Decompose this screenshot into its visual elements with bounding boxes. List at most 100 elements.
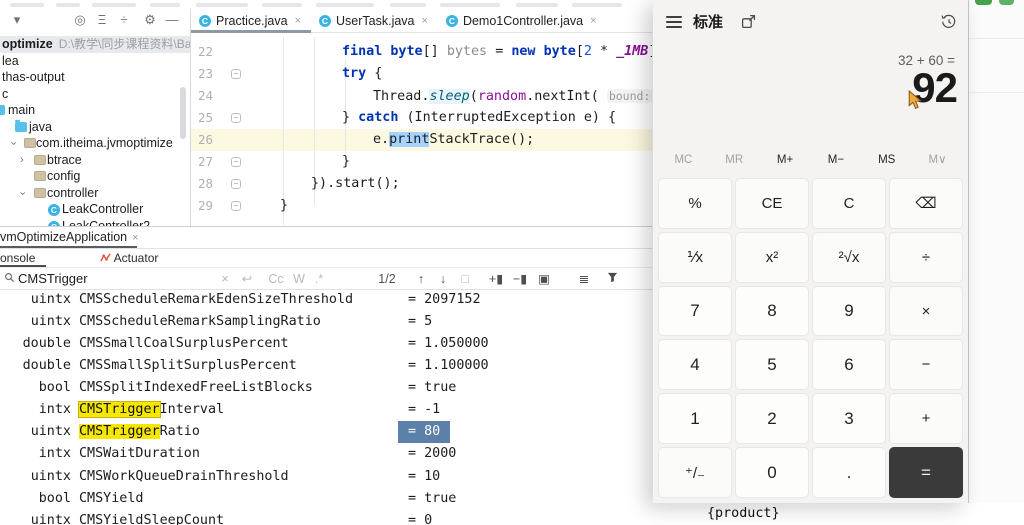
calculator-mode-title[interactable]: 标准 — [693, 11, 723, 32]
tab-label: Actuator — [114, 251, 159, 265]
project-dropdown-caret-icon[interactable]: ▾ — [10, 10, 24, 30]
breadcrumb-segment — [440, 3, 500, 7]
clear-entry-button[interactable]: CE — [735, 178, 809, 229]
fold-marker-icon[interactable]: − — [231, 113, 241, 123]
history-icon[interactable] — [941, 14, 957, 30]
hamburger-menu-icon[interactable] — [666, 16, 682, 28]
memory-subtract-button[interactable]: M− — [810, 150, 861, 170]
close-icon[interactable]: × — [590, 15, 596, 27]
breadcrumb-segment — [572, 3, 622, 7]
chevron-expanded-icon[interactable]: › — [13, 192, 30, 196]
code-editor[interactable]: 22 23 24 25 26 27 28 29 − − − − − final … — [191, 33, 652, 226]
remove-filter-icon[interactable]: −▮ — [510, 268, 530, 290]
tree-item-btrace[interactable]: › btrace — [0, 152, 190, 169]
divide-button[interactable]: ÷ — [889, 232, 963, 283]
console-row: uintxCMSScheduleRemarkEdenSizeThreshold=… — [0, 289, 652, 311]
tab-practice-java[interactable]: C Practice.java × — [191, 9, 311, 32]
previous-match-icon[interactable]: ↑ — [414, 268, 428, 290]
tree-scrollbar-vertical[interactable] — [180, 87, 186, 139]
digit-3-button[interactable]: 3 — [812, 393, 886, 444]
fold-marker-icon[interactable]: − — [231, 69, 241, 79]
match-case-toggle[interactable]: Cc — [266, 268, 286, 290]
toggle-filter-icon[interactable]: ▣ — [534, 268, 554, 290]
expand-all-icon[interactable]: Ξ — [94, 10, 110, 30]
settings-gear-icon[interactable]: ⚙ — [142, 10, 158, 30]
memory-list-button[interactable]: M∨ — [912, 150, 963, 170]
console-row: boolCMSYield= true — [0, 488, 652, 510]
percent-button[interactable]: % — [658, 178, 732, 229]
clear-search-icon[interactable]: × — [218, 268, 232, 290]
add-filter-icon[interactable]: +▮ — [486, 268, 506, 290]
memory-add-button[interactable]: M+ — [760, 150, 811, 170]
newline-icon[interactable]: ↩ — [240, 268, 254, 290]
fold-marker-icon[interactable]: − — [231, 179, 241, 189]
console-output[interactable]: uintxCMSScheduleRemarkEdenSizeThreshold=… — [0, 289, 652, 525]
memory-store-button[interactable]: MS — [861, 150, 912, 170]
tab-demo1controller-java[interactable]: C Demo1Controller.java × — [438, 9, 607, 32]
chevron-collapsed-icon[interactable]: › — [20, 152, 24, 169]
tree-item-arthas-output[interactable]: thas-output — [0, 69, 190, 86]
fold-marker-icon[interactable]: − — [231, 201, 241, 211]
tree-item-config[interactable]: config — [0, 168, 190, 185]
equals-button[interactable]: = — [889, 447, 963, 498]
next-match-icon[interactable]: ↓ — [436, 268, 450, 290]
green-icon-sliver — [999, 0, 1014, 5]
code-line-28: }).start(); — [311, 173, 400, 195]
decimal-button[interactable]: . — [812, 447, 886, 498]
close-icon[interactable]: × — [295, 15, 301, 27]
code-line-22: final byte[] bytes = new byte[2 * _1MB]; — [342, 41, 652, 63]
collapse-all-icon[interactable]: ÷ — [116, 10, 132, 30]
line-number: 22 — [193, 41, 213, 63]
tree-item-main[interactable]: main — [0, 102, 190, 119]
select-opened-file-icon[interactable]: ◎ — [72, 10, 88, 30]
tree-item-leakcontroller[interactable]: C LeakController — [0, 201, 190, 218]
digit-1-button[interactable]: 1 — [658, 393, 732, 444]
show-lines-icon[interactable]: ≣ — [576, 268, 592, 290]
close-icon[interactable]: × — [422, 15, 428, 27]
search-icon[interactable] — [2, 268, 16, 290]
chevron-expanded-icon[interactable]: › — [4, 142, 21, 146]
multiply-button[interactable]: × — [889, 286, 963, 337]
tab-usertask-java[interactable]: C UserTask.java × — [311, 9, 438, 32]
tree-item-project-root[interactable]: optimizeD:\教学\同步课程资料\BaiduSy — [0, 36, 190, 53]
add-button[interactable]: + — [889, 393, 963, 444]
memory-clear-button[interactable]: MC — [658, 150, 709, 170]
digit-7-button[interactable]: 7 — [658, 286, 732, 337]
digit-0-button[interactable]: 0 — [735, 447, 809, 498]
square-button[interactable]: x² — [735, 232, 809, 283]
run-window-tab[interactable]: vmOptimizeApplication× — [0, 227, 139, 248]
close-icon[interactable]: × — [132, 232, 138, 244]
tree-item-controller[interactable]: › controller — [0, 185, 190, 202]
digit-8-button[interactable]: 8 — [735, 286, 809, 337]
digit-4-button[interactable]: 4 — [658, 339, 732, 390]
tree-item-label: java — [29, 120, 52, 134]
tree-item-leakcontroller2[interactable]: C LeakController2 — [0, 218, 190, 226]
tree-item-src[interactable]: c — [0, 86, 190, 103]
tree-item-java[interactable]: java — [0, 119, 190, 136]
negate-button[interactable]: ⁺/₋ — [658, 447, 732, 498]
filter-funnel-icon[interactable] — [604, 268, 620, 290]
tree-item-idea[interactable]: lea — [0, 53, 190, 70]
code-line-23: try { — [342, 63, 382, 85]
line-number: 28 — [193, 173, 213, 195]
hide-panel-icon[interactable]: — — [164, 10, 180, 30]
regex-toggle[interactable]: .* — [310, 268, 328, 290]
select-all-matches-icon[interactable]: □ — [458, 268, 472, 290]
digit-2-button[interactable]: 2 — [735, 393, 809, 444]
square-root-button[interactable]: ²√x — [812, 232, 886, 283]
clear-button[interactable]: C — [812, 178, 886, 229]
keep-on-top-icon[interactable] — [741, 14, 756, 29]
reciprocal-button[interactable]: ⅟x — [658, 232, 732, 283]
digit-6-button[interactable]: 6 — [812, 339, 886, 390]
tree-item-label: lea — [2, 54, 19, 68]
subtract-button[interactable]: − — [889, 339, 963, 390]
tab-actuator[interactable]: Actuator — [100, 249, 158, 267]
tree-item-package-root[interactable]: › com.itheima.jvmoptimize — [0, 135, 190, 152]
digit-9-button[interactable]: 9 — [812, 286, 886, 337]
backspace-button[interactable]: ⌫ — [889, 178, 963, 229]
digit-5-button[interactable]: 5 — [735, 339, 809, 390]
fold-marker-icon[interactable]: − — [231, 157, 241, 167]
memory-recall-button[interactable]: MR — [709, 150, 760, 170]
whole-words-toggle[interactable]: W — [290, 268, 308, 290]
search-input[interactable]: CMSTrigger — [18, 268, 88, 290]
